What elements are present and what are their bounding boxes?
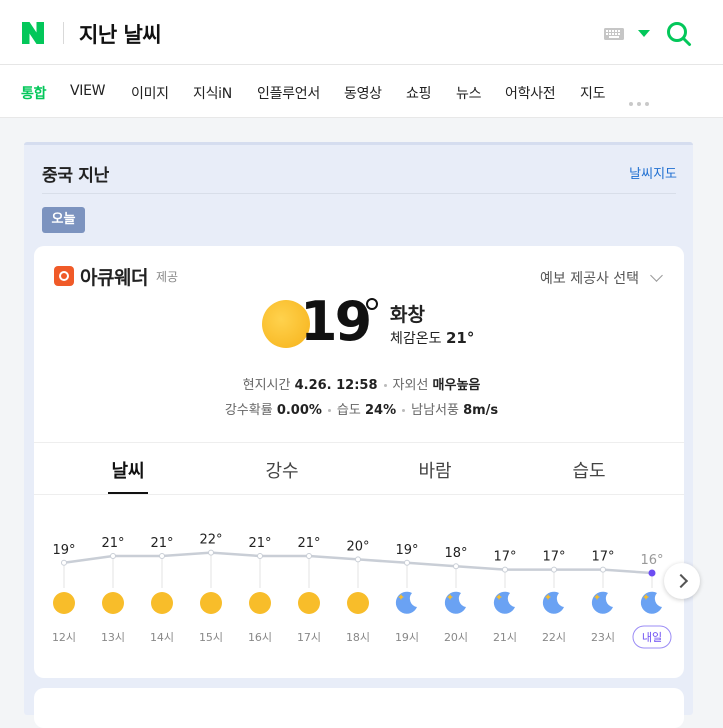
temp-label: 18° (444, 546, 467, 561)
sun-icon (298, 592, 320, 614)
hourly-forecast-chart: 19° 12시 21° 13시 21° 14시 22° 15시 21° 16시 21° 17시 20° 1… (52, 533, 672, 649)
temp-label: 21° (150, 536, 173, 551)
hour-label: 17시 (297, 631, 321, 644)
moon-icon (395, 591, 417, 614)
hour-label: 22시 (542, 631, 566, 644)
temp-point (502, 566, 508, 573)
temp-point (110, 553, 116, 559)
hour-label: 12시 (52, 631, 76, 644)
temp-label: 21° (248, 536, 271, 551)
sun-icon (347, 592, 369, 614)
temp-label: 19° (52, 543, 75, 558)
chevron-right-icon (673, 573, 689, 589)
temp-point (208, 549, 214, 556)
temp-label: 21° (101, 536, 124, 551)
moon-icon (542, 591, 564, 614)
hour-label: 18시 (346, 631, 370, 644)
moon-icon (591, 591, 613, 614)
temp-point (159, 553, 165, 559)
moon-icon (640, 591, 662, 614)
hour-label: 15시 (199, 631, 223, 644)
moon-icon (493, 591, 515, 614)
temp-label: 16° (640, 553, 663, 568)
moon-icon (444, 591, 466, 614)
temp-point (600, 566, 606, 573)
temp-point (453, 563, 459, 570)
sun-icon (249, 592, 271, 614)
temp-label: 17° (591, 550, 614, 565)
hour-label: 19시 (395, 631, 419, 644)
temp-point (355, 556, 361, 563)
hour-label: 14시 (150, 631, 174, 644)
hour-label: 13시 (101, 631, 125, 644)
hour-label: 23시 (591, 631, 615, 644)
sun-icon (151, 592, 173, 614)
temp-point (306, 553, 312, 559)
temp-label: 17° (542, 550, 565, 565)
sun-icon (53, 592, 75, 614)
temp-point (648, 569, 656, 577)
temp-label: 19° (395, 543, 418, 558)
temp-label: 20° (346, 539, 369, 554)
temp-label: 22° (199, 533, 222, 548)
temp-point (61, 559, 67, 566)
temp-label: 17° (493, 550, 516, 565)
hour-label: 내일 (642, 630, 662, 644)
hour-label: 16시 (248, 631, 272, 644)
sun-icon (102, 592, 124, 614)
hour-label: 20시 (444, 631, 468, 644)
sun-icon (200, 592, 222, 614)
temp-point (551, 566, 557, 573)
temp-point (257, 553, 263, 559)
temp-label: 21° (297, 536, 320, 551)
hour-label: 21시 (493, 631, 517, 644)
next-arrow-button[interactable] (664, 563, 700, 599)
temp-point (404, 559, 410, 566)
